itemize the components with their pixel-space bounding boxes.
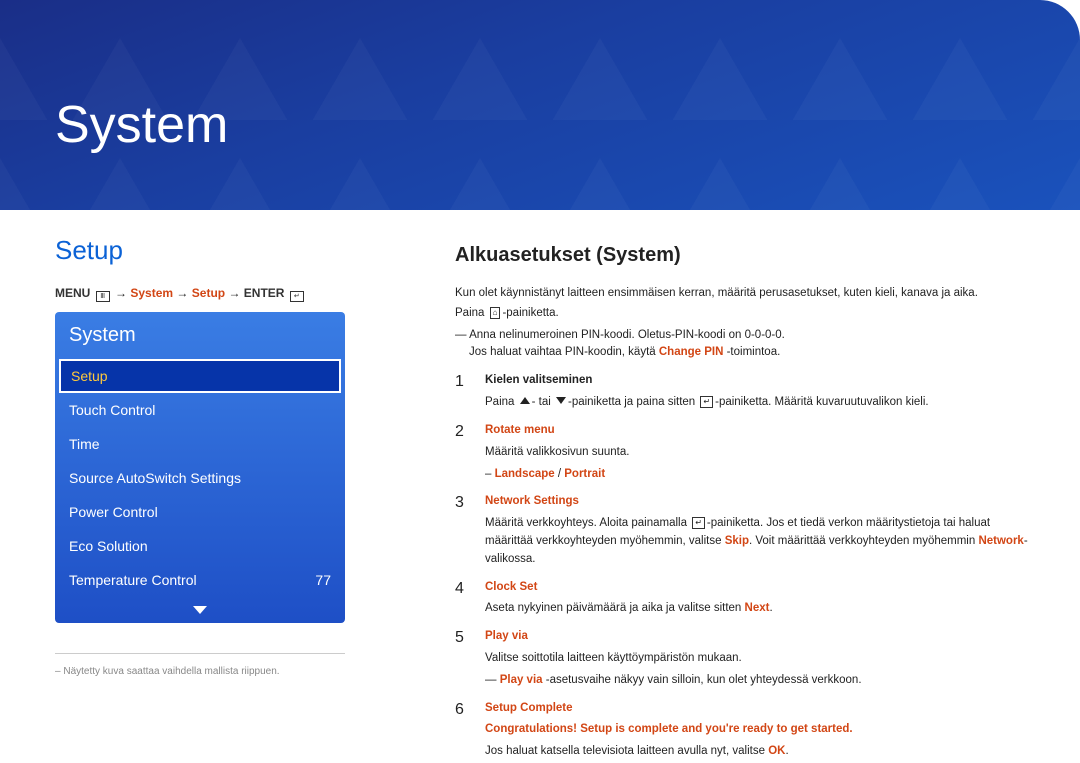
step-body: Määritä valikkosivun suunta. [485,444,1040,462]
step-title: Setup Complete [485,700,1040,718]
pin-note: Anna nelinumeroinen PIN-koodi. Oletus-PI… [455,327,1040,345]
menu-item-eco-solution[interactable]: Eco Solution [55,529,345,563]
step-body: Valitse soittotila laitteen käyttöympäri… [485,650,1040,668]
menu-scroll-down[interactable] [55,597,345,619]
menu-item-label: Touch Control [69,402,155,418]
pin-note: Jos haluat vaihtaa PIN-koodin, käytä Cha… [455,344,1040,362]
step-number: 1 [455,372,467,412]
down-icon [556,397,566,404]
step-title: Kielen valitseminen [485,372,1040,390]
step-title: Network Settings [485,493,1040,511]
step-number: 3 [455,493,467,568]
step-body: Aseta nykyinen päivämäärä ja aika ja val… [485,600,1040,618]
divider [55,653,345,654]
step-number: 4 [455,579,467,619]
footnote: – Näytetty kuva saattaa vaihdella mallis… [55,666,395,677]
step-congrats: Congratulations! Setup is complete and y… [485,721,1040,739]
menu-item-label: Eco Solution [69,538,148,554]
menu-item-power-control[interactable]: Power Control [55,495,345,529]
home-icon: ⌂ [490,307,501,319]
enter-icon: ↵ [692,517,705,529]
arrow-icon: → [115,286,127,300]
breadcrumb-menu: MENU [55,286,90,300]
osd-menu: System Setup Touch Control Time Source A… [55,312,345,623]
breadcrumb-enter: ENTER [244,286,285,300]
step-title: Play via [485,628,1040,646]
content-title: Alkuasetukset (System) [455,240,1040,271]
menu-item-label: Setup [71,368,108,384]
up-icon [520,397,530,404]
menu-icon: Ⅲ [96,291,110,302]
step-6: 6 Setup Complete Congratulations! Setup … [455,700,1040,761]
menu-item-value: 77 [315,572,331,588]
step-2: 2 Rotate menu Määritä valikkosivun suunt… [455,422,1040,483]
steps-list: 1 Kielen valitseminen Paina - tai -paini… [455,372,1040,761]
menu-item-source-autoswitch[interactable]: Source AutoSwitch Settings [55,461,345,495]
step-number: 5 [455,628,467,689]
step-4: 4 Clock Set Aseta nykyinen päivämäärä ja… [455,579,1040,619]
arrow-icon: → [228,286,240,300]
intro-text: Kun olet käynnistänyt laitteen ensimmäis… [455,285,1040,303]
step-title: Clock Set [485,579,1040,597]
hero-banner: System [0,0,1080,210]
step-number: 6 [455,700,467,761]
step-1: 1 Kielen valitseminen Paina - tai -paini… [455,372,1040,412]
step-body: Paina - tai -painiketta ja paina sitten … [485,394,1040,412]
intro-text: Paina ⌂-painiketta. [455,305,1040,323]
enter-icon: ↵ [700,396,713,408]
step-title: Rotate menu [485,422,1040,440]
enter-icon: ↵ [290,291,304,302]
step-note: ― Play via -asetusvaihe näkyy vain sillo… [485,672,1040,690]
menu-item-label: Source AutoSwitch Settings [69,470,241,486]
step-body: Määritä verkkoyhteys. Aloita painamalla … [485,515,1040,568]
menu-item-setup[interactable]: Setup [59,359,341,393]
section-heading: Setup [55,235,395,266]
page-title: System [55,95,228,155]
breadcrumb: MENU Ⅲ → System → Setup → ENTER ↵ [55,286,395,302]
chevron-down-icon [193,606,207,614]
step-number: 2 [455,422,467,483]
menu-item-label: Power Control [69,504,158,520]
step-5: 5 Play via Valitse soittotila laitteen k… [455,628,1040,689]
breadcrumb-system: System [130,286,173,300]
menu-item-time[interactable]: Time [55,427,345,461]
menu-item-label: Temperature Control [69,572,197,588]
arrow-icon: → [176,286,188,300]
step-3: 3 Network Settings Määritä verkkoyhteys.… [455,493,1040,568]
right-column: Alkuasetukset (System) Kun olet käynnist… [455,240,1040,761]
menu-item-touch-control[interactable]: Touch Control [55,393,345,427]
menu-item-temperature-control[interactable]: Temperature Control 77 [55,563,345,597]
left-column: Setup MENU Ⅲ → System → Setup → ENTER ↵ … [55,235,395,677]
step-body: Jos haluat katsella televisiota laitteen… [485,743,1040,761]
osd-menu-header: System [55,312,345,359]
breadcrumb-setup: Setup [192,286,225,300]
step-options: – Landscape / Portrait [485,466,1040,484]
menu-item-label: Time [69,436,100,452]
